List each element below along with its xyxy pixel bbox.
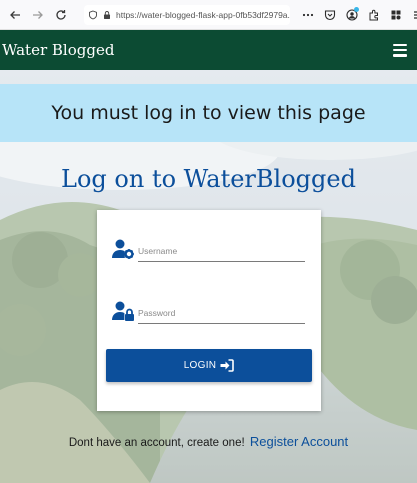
back-arrow-icon	[10, 11, 20, 19]
extensions-icon[interactable]	[366, 7, 382, 23]
app-navbar: Water Blogged	[0, 30, 417, 70]
login-button-label: LOGIN	[183, 360, 217, 371]
forward-arrow-icon	[33, 11, 43, 19]
login-button[interactable]: LOGIN	[106, 349, 312, 382]
shield-icon[interactable]	[88, 10, 98, 20]
login-required-alert: You must log in to view this page	[0, 84, 417, 142]
grid-icon[interactable]	[388, 7, 404, 23]
register-prompt: Dont have an account, create one! Regist…	[0, 434, 417, 449]
account-icon[interactable]	[344, 7, 360, 23]
sign-in-icon	[220, 359, 235, 372]
password-field	[111, 296, 307, 324]
address-bar[interactable]: https://water-blogged-flask-app-0fb53df2…	[84, 5, 290, 25]
user-cog-icon	[111, 238, 137, 262]
reload-icon	[56, 10, 66, 20]
register-account-link[interactable]: Register Account	[250, 434, 348, 449]
notification-dot	[354, 7, 359, 12]
alert-message: You must log in to view this page	[51, 102, 366, 124]
lock-icon[interactable]	[102, 10, 112, 20]
browser-toolbar: https://water-blogged-flask-app-0fb53df2…	[0, 0, 417, 30]
login-form: LOGIN	[97, 210, 321, 411]
url-text[interactable]: https://water-blogged-flask-app-0fb53df2…	[116, 10, 290, 20]
brand-logo[interactable]: Water Blogged	[2, 41, 114, 59]
hamburger-icon[interactable]	[393, 43, 407, 57]
back-button[interactable]	[4, 4, 26, 26]
register-prompt-text: Dont have an account, create one!	[68, 437, 245, 449]
user-lock-icon	[111, 300, 137, 324]
toolbar-icons	[300, 5, 417, 25]
username-input[interactable]	[138, 240, 305, 262]
password-input[interactable]	[138, 302, 305, 324]
forward-button[interactable]	[27, 4, 49, 26]
reload-button[interactable]	[50, 4, 72, 26]
page-title: Log on to WaterBlogged	[61, 165, 356, 193]
pocket-icon[interactable]	[322, 7, 338, 23]
menu-icon[interactable]	[410, 7, 417, 23]
username-field	[111, 234, 307, 262]
more-options-icon[interactable]	[300, 7, 316, 23]
